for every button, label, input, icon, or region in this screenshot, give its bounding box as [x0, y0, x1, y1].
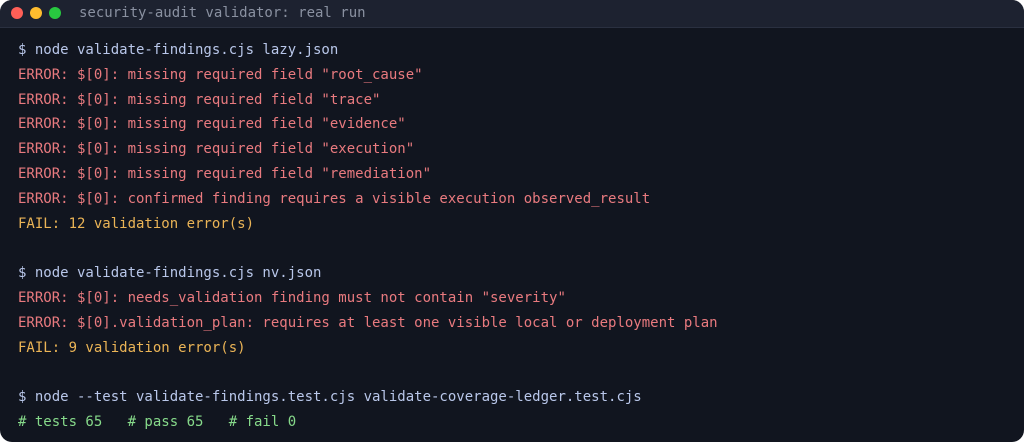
terminal-window: security-audit validator: real run $ nod…: [0, 0, 1024, 442]
error-line: ERROR: $[0]: needs_validation finding mu…: [18, 289, 566, 306]
error-line: ERROR: $[0]: confirmed finding requires …: [18, 190, 651, 207]
window-title: security-audit validator: real run: [79, 5, 366, 21]
error-line: ERROR: $[0]: missing required field "exe…: [18, 141, 415, 158]
test-summary-line: # tests 65 # pass 65 # fail 0: [18, 413, 297, 430]
command-line: $ node --test validate-findings.test.cjs…: [18, 389, 642, 406]
terminal-output: $ node validate-findings.cjs lazy.json E…: [18, 40, 1006, 437]
zoom-window-button[interactable]: [49, 7, 61, 19]
error-line: ERROR: $[0]: missing required field "roo…: [18, 66, 423, 83]
error-line: ERROR: $[0]: missing required field "evi…: [18, 116, 406, 133]
close-window-button[interactable]: [11, 7, 23, 19]
error-line: ERROR: $[0]: missing required field "tra…: [18, 91, 381, 108]
title-bar: security-audit validator: real run: [0, 0, 1024, 28]
minimize-window-button[interactable]: [30, 7, 42, 19]
error-line: ERROR: $[0]: missing required field "rem…: [18, 165, 432, 182]
fail-summary-line: FAIL: 9 validation error(s): [18, 339, 246, 356]
fail-summary-line: FAIL: 12 validation error(s): [18, 215, 255, 232]
command-line: $ node validate-findings.cjs lazy.json: [18, 42, 339, 58]
command-line: $ node validate-findings.cjs nv.json: [18, 265, 322, 282]
error-line: ERROR: $[0].validation_plan: requires at…: [18, 314, 718, 331]
